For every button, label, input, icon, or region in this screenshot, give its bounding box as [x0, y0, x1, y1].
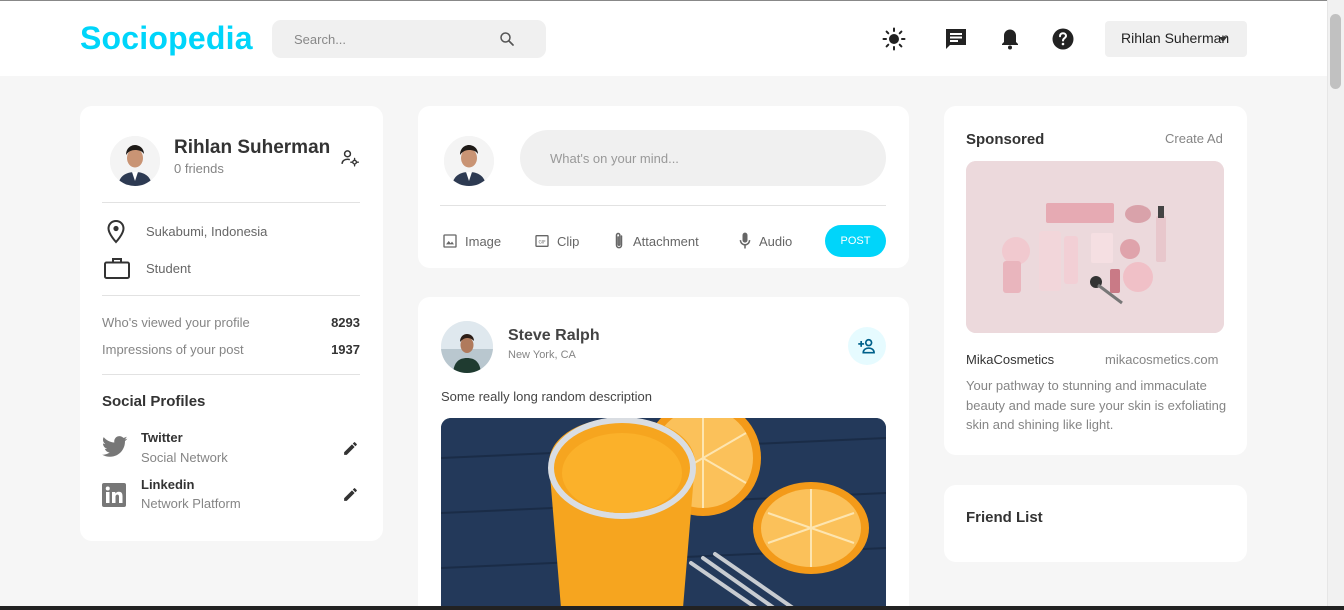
social-profiles-title: Social Profiles [102, 393, 206, 410]
person-add-icon [858, 338, 875, 354]
post-description: Some really long random description [441, 389, 652, 404]
image-tool-button[interactable]: Image [442, 230, 501, 252]
divider [102, 202, 360, 203]
ad-description: Your pathway to stunning and immaculate … [966, 378, 1227, 432]
add-friend-button[interactable] [848, 327, 886, 365]
edit-pencil-icon[interactable] [342, 440, 359, 457]
divider [102, 295, 360, 296]
clip-tool-button[interactable]: GIF Clip [534, 230, 579, 252]
ad-website-link[interactable]: mikacosmetics.com [1105, 352, 1218, 367]
audio-tool-label: Audio [759, 233, 793, 249]
attachment-tool-button[interactable]: Attachment [612, 230, 699, 252]
manage-account-icon[interactable] [340, 148, 360, 168]
compose-avatar [444, 136, 494, 186]
navbar: Sociopedia Rihlan Suherman [0, 1, 1327, 76]
window-bottom-border [0, 606, 1344, 610]
profile-card: Rihlan Suherman 0 friends Sukabumi, Indo… [80, 106, 383, 541]
profile-name[interactable]: Rihlan Suherman [174, 137, 330, 159]
search-icon[interactable] [498, 30, 516, 48]
person-avatar-icon [441, 321, 493, 373]
linkedin-icon [102, 483, 126, 507]
stat-label: Impressions of your post [102, 342, 244, 357]
post-card: Steve Ralph New York, CA Some really lon… [418, 297, 909, 610]
page-scrollbar[interactable] [1327, 0, 1344, 606]
message-icon[interactable] [944, 27, 968, 51]
friend-list-card: Friend List [944, 485, 1247, 562]
person-avatar-icon [444, 136, 494, 186]
image-icon [443, 234, 457, 248]
social-name[interactable]: Twitter [141, 430, 183, 445]
divider [102, 374, 360, 375]
brand-logo[interactable]: Sociopedia [80, 20, 253, 57]
divider [440, 205, 886, 206]
profile-avatar[interactable] [110, 136, 160, 186]
location-icon [107, 219, 125, 244]
user-menu-select[interactable]: Rihlan Suherman [1105, 21, 1247, 57]
social-name[interactable]: Linkedin [141, 477, 194, 492]
orange-juice-photo [441, 418, 886, 608]
scrollbar-thumb[interactable] [1330, 14, 1341, 89]
ad-image[interactable] [966, 161, 1224, 333]
gif-icon: GIF [535, 235, 549, 247]
user-menu-name: Rihlan Suherman [1121, 30, 1230, 46]
post-button[interactable]: POST [825, 225, 886, 257]
ad-brand-name: MikaCosmetics [966, 352, 1055, 367]
help-icon[interactable] [1051, 27, 1075, 51]
profile-location: Sukabumi, Indonesia [146, 224, 268, 239]
post-author-avatar[interactable] [441, 321, 493, 373]
post-image[interactable] [441, 418, 886, 608]
friend-list-title: Friend List [966, 509, 1043, 526]
social-type: Network Platform [141, 496, 241, 511]
profile-friends-count: 0 friends [174, 161, 224, 176]
sponsored-title: Sponsored [966, 131, 1045, 148]
person-avatar-icon [110, 136, 160, 186]
search-bar [272, 20, 546, 58]
search-input[interactable] [272, 20, 502, 58]
compose-input[interactable] [520, 130, 886, 186]
notification-icon[interactable] [998, 27, 1022, 51]
stat-value: 1937 [331, 342, 360, 357]
edit-pencil-icon[interactable] [342, 486, 359, 503]
create-ad-link[interactable]: Create Ad [1165, 131, 1223, 146]
sponsored-card: Sponsored Create Ad MikaCosmetics mikaco… [944, 106, 1247, 455]
stat-label: Who's viewed your profile [102, 315, 250, 330]
paperclip-icon [615, 232, 623, 249]
profile-occupation: Student [146, 261, 191, 276]
post-author-location: New York, CA [508, 349, 576, 361]
clip-tool-label: Clip [557, 233, 580, 249]
social-type: Social Network [141, 450, 228, 465]
audio-tool-button[interactable]: Audio [738, 230, 792, 252]
image-tool-label: Image [465, 233, 502, 249]
chevron-down-icon [1219, 37, 1227, 42]
attachment-tool-label: Attachment [633, 233, 699, 249]
post-author-name[interactable]: Steve Ralph [508, 327, 600, 345]
twitter-icon [102, 436, 128, 457]
microphone-icon [739, 232, 751, 249]
compose-card: Image GIF Clip Attachment Audio POST [418, 106, 909, 268]
light-mode-icon[interactable] [882, 27, 906, 51]
svg-text:GIF: GIF [538, 239, 546, 245]
cosmetics-product-photo [966, 161, 1224, 333]
work-briefcase-icon [104, 258, 130, 279]
stat-value: 8293 [331, 315, 360, 330]
